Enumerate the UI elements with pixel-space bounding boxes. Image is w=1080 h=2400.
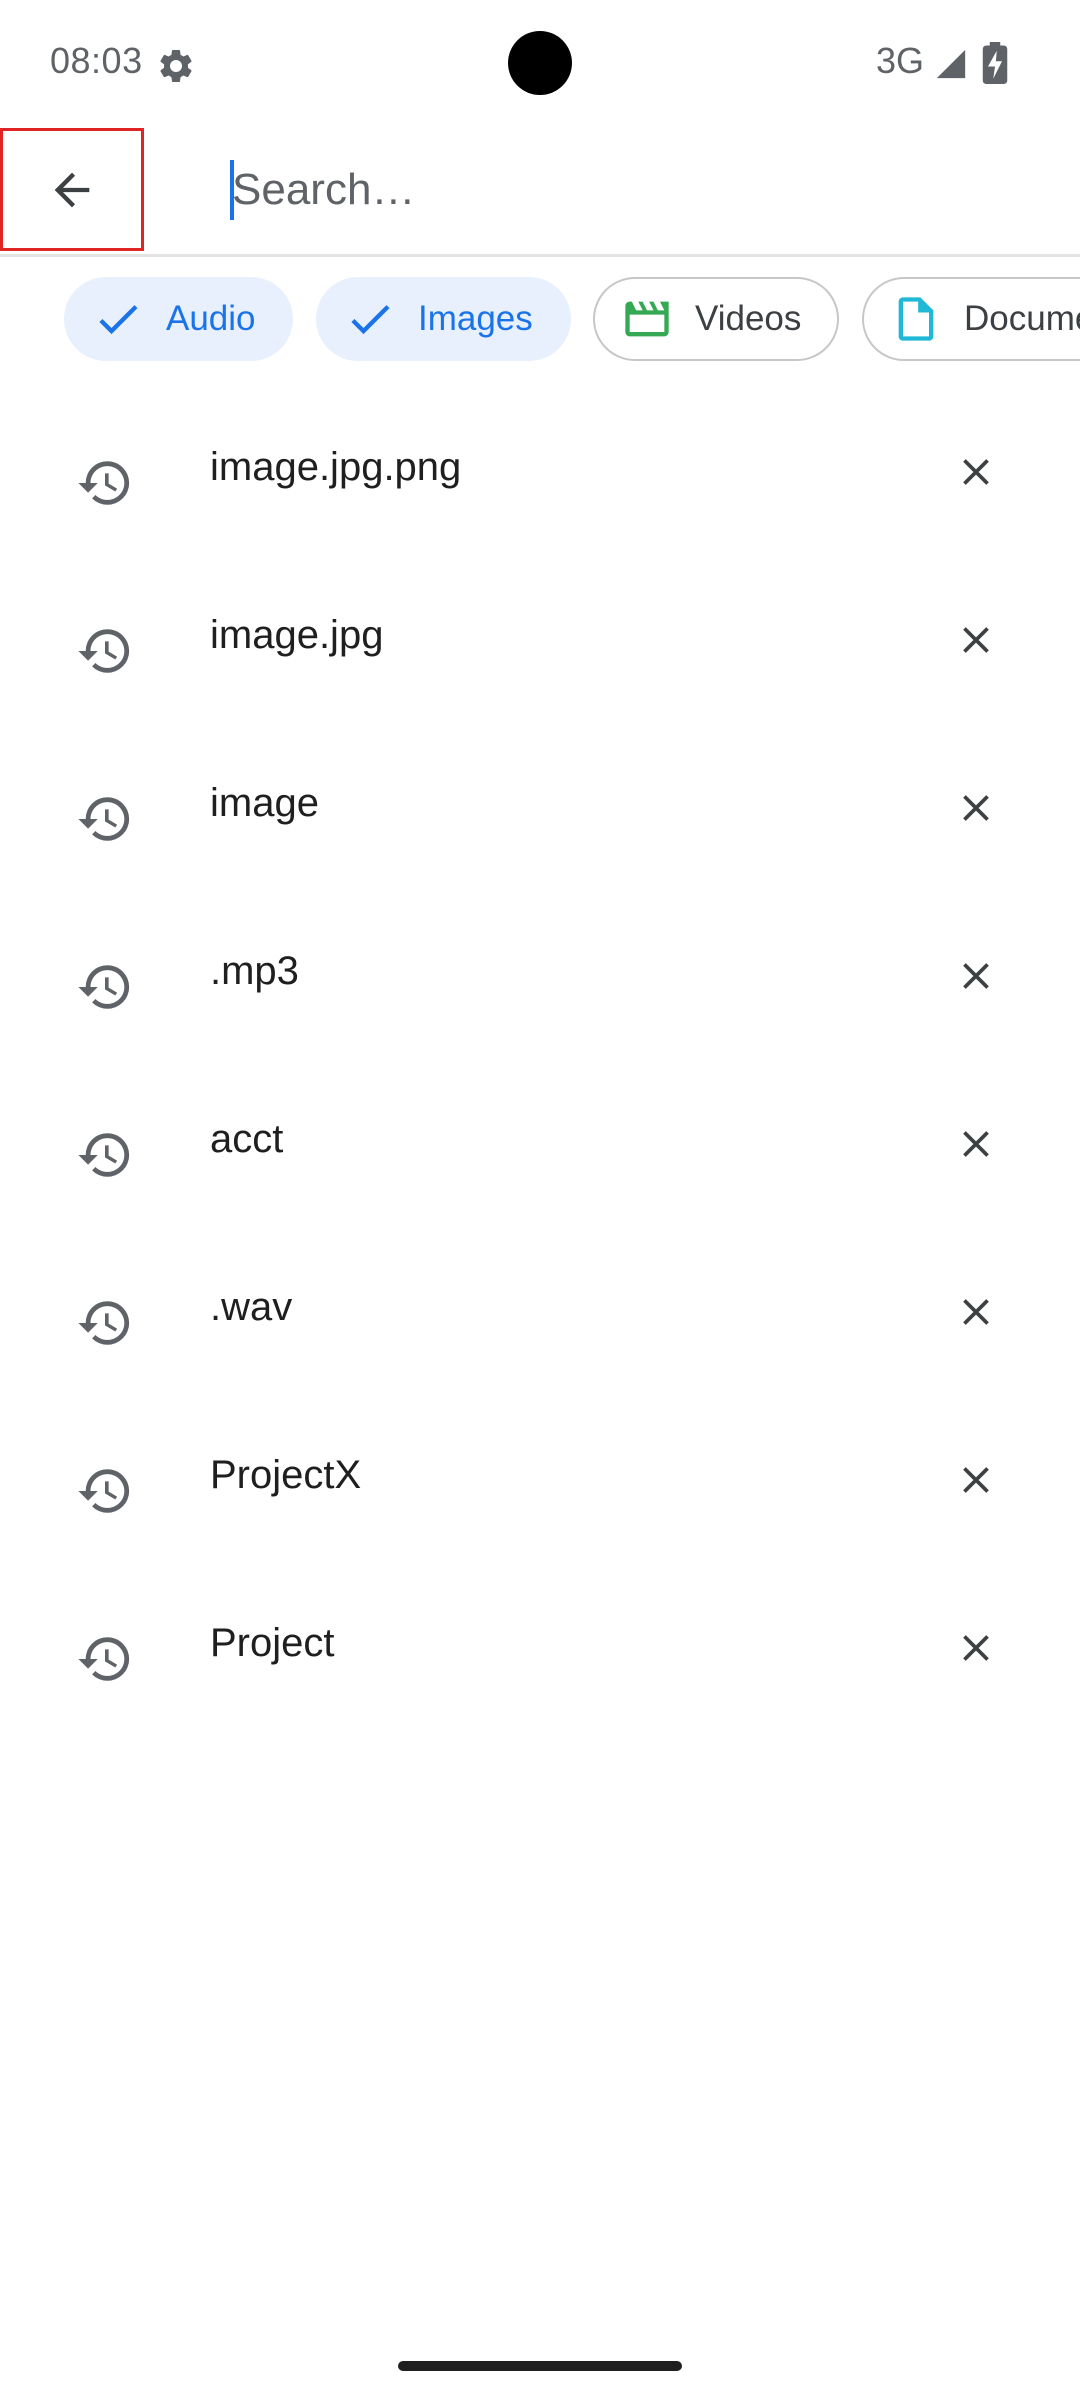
close-icon (954, 618, 998, 662)
remove-history-button[interactable] (938, 1610, 1014, 1686)
remove-history-button[interactable] (938, 770, 1014, 846)
history-text: image.jpg (210, 613, 384, 657)
screen: 08:03 3G Search… Audio Images Videos Doc… (0, 0, 1080, 2400)
chip-label: Audio (166, 299, 256, 338)
remove-history-button[interactable] (938, 602, 1014, 678)
search-bar (0, 128, 1080, 257)
history-item[interactable]: .wav (0, 1240, 1080, 1408)
close-icon (954, 450, 998, 494)
remove-history-button[interactable] (938, 1442, 1014, 1518)
history-icon (76, 1462, 134, 1520)
history-text: ProjectX (210, 1453, 362, 1497)
battery-charging-icon (982, 42, 1008, 84)
cell-signal-icon (934, 46, 968, 82)
close-icon (954, 954, 998, 998)
remove-history-button[interactable] (938, 938, 1014, 1014)
remove-history-button[interactable] (938, 1274, 1014, 1350)
close-icon (954, 1122, 998, 1166)
check-icon (344, 293, 396, 345)
settings-gear-icon (156, 46, 196, 86)
history-text: acct (210, 1117, 284, 1161)
chip-documents[interactable]: Documents (862, 277, 1080, 361)
history-item[interactable]: image (0, 736, 1080, 904)
history-item[interactable]: .mp3 (0, 904, 1080, 1072)
chip-label: Images (418, 299, 533, 338)
history-text: Project (210, 1621, 335, 1665)
history-item[interactable]: ProjectX (0, 1408, 1080, 1576)
chip-label: Documents (964, 299, 1080, 338)
history-text: .mp3 (210, 949, 299, 993)
filter-chips: Audio Images Videos Documents (0, 277, 1080, 363)
gesture-navigation-bar[interactable] (398, 2361, 682, 2371)
close-icon (954, 1626, 998, 1670)
history-item[interactable]: Project (0, 1576, 1080, 1744)
history-text: .wav (210, 1285, 293, 1329)
history-icon (76, 958, 134, 1016)
history-item[interactable]: acct (0, 1072, 1080, 1240)
remove-history-button[interactable] (938, 434, 1014, 510)
camera-cutout (508, 31, 572, 95)
history-text: image (210, 781, 319, 825)
chip-videos[interactable]: Videos (593, 277, 839, 361)
status-time: 08:03 (50, 40, 143, 81)
back-button[interactable] (0, 128, 144, 251)
check-icon (92, 293, 144, 345)
close-icon (954, 1290, 998, 1334)
movie-clapper-icon (621, 293, 673, 345)
history-item[interactable]: image.jpg.png (0, 400, 1080, 568)
chip-audio[interactable]: Audio (64, 277, 293, 361)
document-icon (890, 293, 942, 345)
history-icon (76, 1126, 134, 1184)
network-type: 3G (876, 40, 925, 81)
remove-history-button[interactable] (938, 1106, 1014, 1182)
history-icon (76, 790, 134, 848)
chip-label: Videos (695, 299, 802, 338)
history-icon (76, 1294, 134, 1352)
history-text: image.jpg.png (210, 445, 462, 489)
close-icon (954, 1458, 998, 1502)
arrow-left-icon (46, 164, 98, 216)
chip-images[interactable]: Images (316, 277, 571, 361)
search-history-list: image.jpg.png image.jpg image .mp3 acct … (0, 400, 1080, 1744)
status-bar: 08:03 3G (0, 0, 1080, 128)
history-icon (76, 622, 134, 680)
history-item[interactable]: image.jpg (0, 568, 1080, 736)
history-icon (76, 1630, 134, 1688)
close-icon (954, 786, 998, 830)
search-input[interactable] (232, 148, 1052, 232)
history-icon (76, 454, 134, 512)
